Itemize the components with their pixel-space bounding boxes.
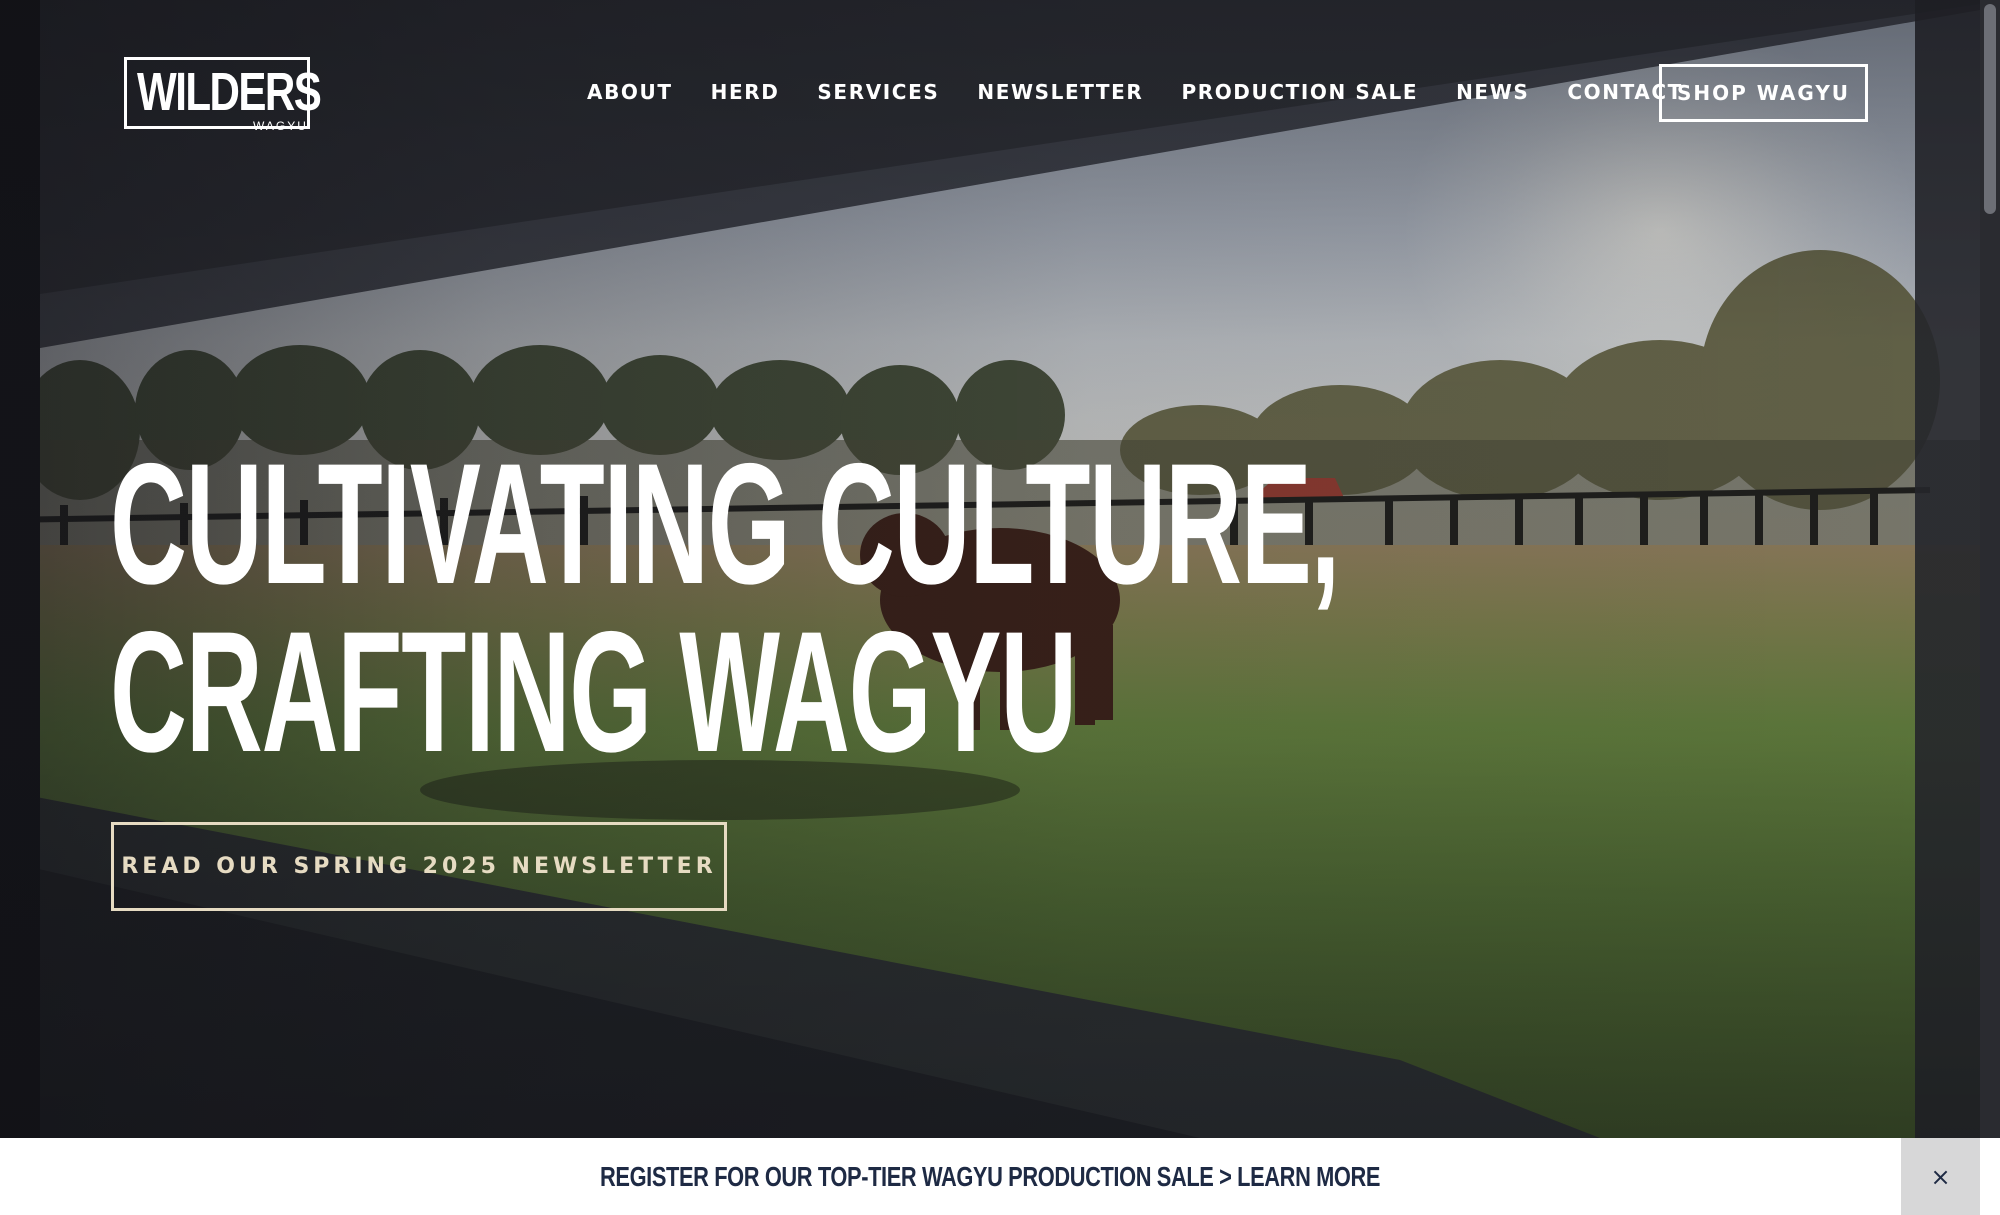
logo-subtitle: WAGYU	[253, 119, 308, 133]
announcement-bar: REGISTER FOR OUR TOP-TIER WAGYU PRODUCTI…	[0, 1138, 2000, 1215]
nav-news[interactable]: NEWS	[1456, 80, 1529, 104]
nav-herd[interactable]: HERD	[711, 80, 780, 104]
close-icon: ×	[1930, 1162, 1951, 1191]
announcement-edge	[1980, 1138, 2000, 1215]
hero-section: WILDERS WAGYU ABOUT HERD SERVICES NEWSLE…	[0, 0, 1980, 1138]
logo-wordmark: WILDERS	[137, 62, 322, 122]
hero-headline-line1: CULTIVATING CULTURE,	[110, 428, 1340, 620]
main-nav: ABOUT HERD SERVICES NEWSLETTER PRODUCTIO…	[587, 80, 1721, 104]
nav-production-sale[interactable]: PRODUCTION SALE	[1181, 80, 1418, 104]
page-scrollbar[interactable]	[1980, 0, 2000, 1138]
announcement-close-button[interactable]: ×	[1901, 1138, 1980, 1215]
nav-newsletter[interactable]: NEWSLETTER	[977, 80, 1143, 104]
announcement-link[interactable]: REGISTER FOR OUR TOP-TIER WAGYU PRODUCTI…	[0, 1138, 1980, 1215]
newsletter-cta-button[interactable]: READ OUR SPRING 2025 NEWSLETTER	[111, 822, 727, 911]
nav-about[interactable]: ABOUT	[587, 80, 673, 104]
hero-headline: CULTIVATING CULTURE, CRAFTING WAGYU	[110, 428, 1340, 788]
hero-headline-line2: CRAFTING WAGYU	[110, 596, 1077, 788]
nav-services[interactable]: SERVICES	[817, 80, 939, 104]
shop-wagyu-button[interactable]: SHOP WAGYU	[1659, 64, 1868, 122]
site-logo[interactable]: WILDERS WAGYU	[124, 57, 322, 133]
announcement-text: REGISTER FOR OUR TOP-TIER WAGYU PRODUCTI…	[599, 1160, 1381, 1192]
scrollbar-thumb[interactable]	[1984, 4, 1996, 214]
